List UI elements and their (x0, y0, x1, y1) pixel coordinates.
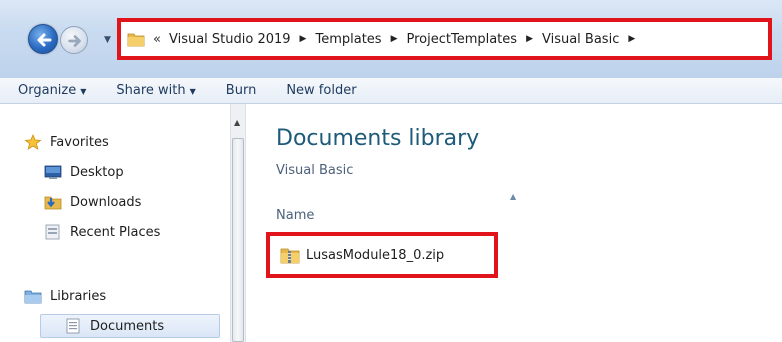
breadcrumb-arrow-icon[interactable]: ▶ (628, 34, 635, 44)
documents-icon (66, 318, 80, 334)
share-with-label: Share with (116, 83, 186, 98)
breadcrumb-overflow[interactable]: « (153, 32, 161, 47)
forward-button[interactable] (60, 26, 88, 54)
scroll-up-arrow-icon[interactable]: ▲ (234, 118, 240, 127)
command-bar: Organize ▼ Share with ▼ Burn New folder (0, 78, 782, 104)
organize-button[interactable]: Organize ▼ (18, 83, 86, 98)
address-bar[interactable]: « Visual Studio 2019 ▶ Templates ▶ Proje… (117, 18, 772, 60)
desktop-icon (44, 165, 62, 179)
nav-item-favorites[interactable]: Favorites (24, 134, 109, 150)
title-bar: ▼ « Visual Studio 2019 ▶ Templates ▶ Pro… (0, 0, 782, 78)
nav-item-label: Desktop (70, 164, 124, 180)
share-with-button[interactable]: Share with ▼ (116, 83, 195, 98)
recent-places-icon (45, 224, 60, 240)
nav-item-label: Downloads (70, 194, 142, 210)
breadcrumb-visual-basic[interactable]: Visual Basic (542, 32, 619, 47)
star-icon (24, 134, 42, 150)
breadcrumb-arrow-icon[interactable]: ▶ (300, 34, 307, 44)
list-item[interactable]: LusasModule18_0.zip (280, 246, 444, 264)
nav-pane-scrollbar[interactable]: ▲ (230, 104, 246, 342)
recent-pages-dropdown[interactable]: ▼ (104, 35, 111, 45)
nav-item-label: Recent Places (70, 224, 161, 240)
forward-arrow-icon (68, 35, 81, 47)
breadcrumb-templates[interactable]: Templates (315, 32, 381, 47)
zip-folder-icon (280, 248, 300, 264)
breadcrumb-visual-studio-2019[interactable]: Visual Studio 2019 (169, 32, 291, 47)
navigation-pane: Favorites Desktop Downloads Recent Place… (0, 104, 230, 342)
sort-arrow-icon: ▲ (510, 192, 517, 201)
organize-label: Organize (18, 83, 77, 98)
library-title: Documents library (276, 126, 480, 151)
nav-item-label: Libraries (50, 288, 107, 304)
back-button[interactable] (28, 24, 58, 54)
nav-item-downloads[interactable]: Downloads (44, 194, 141, 210)
nav-item-label: Favorites (50, 134, 109, 150)
breadcrumb-projecttemplates[interactable]: ProjectTemplates (406, 32, 517, 47)
library-subtitle: Visual Basic (276, 163, 354, 178)
breadcrumb-arrow-icon[interactable]: ▶ (526, 34, 533, 44)
folder-icon (127, 33, 145, 47)
highlighted-file-frame: LusasModule18_0.zip (266, 232, 498, 278)
downloads-folder-icon (44, 196, 62, 210)
back-arrow-icon (37, 33, 52, 47)
new-folder-button[interactable]: New folder (286, 83, 356, 98)
nav-item-recent-places[interactable]: Recent Places (44, 224, 160, 240)
column-header-name[interactable]: Name (276, 208, 314, 223)
libraries-icon (24, 290, 42, 304)
scroll-thumb[interactable] (232, 138, 244, 342)
chevron-down-icon: ▼ (80, 87, 87, 96)
breadcrumb-arrow-icon[interactable]: ▶ (391, 34, 398, 44)
nav-item-documents[interactable]: Documents (64, 318, 164, 334)
burn-button[interactable]: Burn (226, 83, 257, 98)
file-list-pane: Documents library Visual Basic ▲ Name Lu… (246, 104, 782, 342)
nav-item-libraries[interactable]: Libraries (24, 288, 106, 304)
nav-item-label: Documents (90, 318, 165, 334)
nav-item-desktop[interactable]: Desktop (44, 164, 124, 180)
chevron-down-icon: ▼ (189, 87, 196, 96)
file-name: LusasModule18_0.zip (306, 247, 445, 263)
